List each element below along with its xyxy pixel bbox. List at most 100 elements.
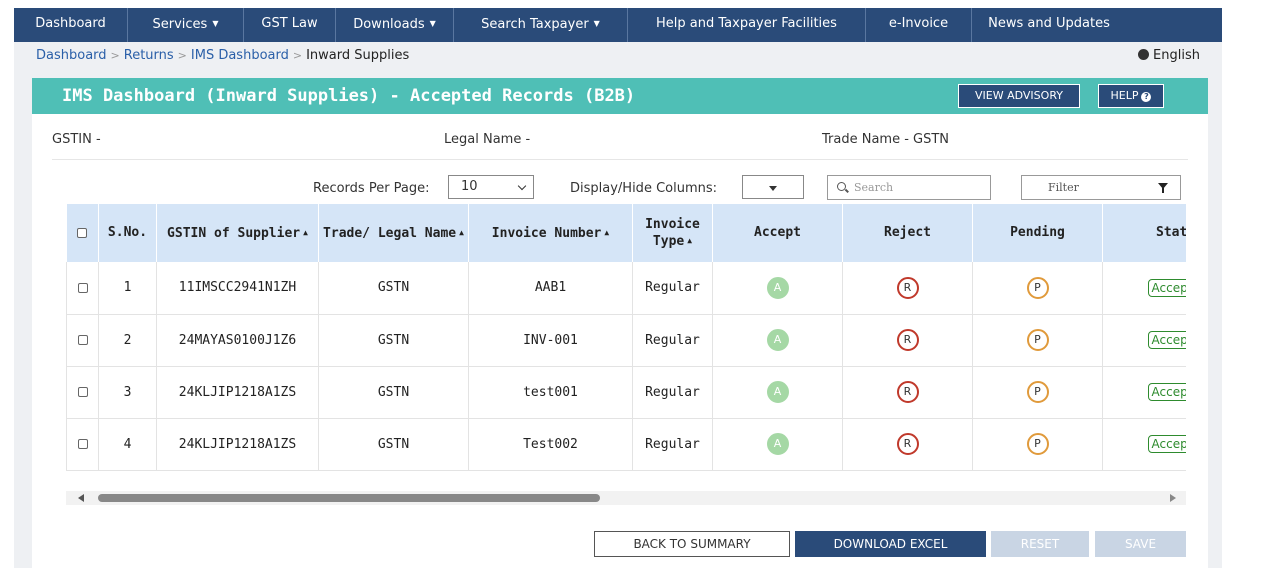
breadcrumb-ims-dashboard[interactable]: IMS Dashboard <box>191 48 289 63</box>
header-accept: Accept <box>712 204 843 262</box>
table-row: 4 24KLJIP1218A1ZS GSTN Test002 Regular A… <box>66 418 1186 470</box>
search-placeholder: Search <box>854 181 894 194</box>
select-all-checkbox[interactable] <box>77 227 88 238</box>
cell-reject: R <box>842 418 973 470</box>
cell-sno: 4 <box>98 418 157 470</box>
horizontal-scrollbar[interactable] <box>66 491 1186 505</box>
header-invoice-number[interactable]: Invoice Number ▲ <box>468 204 633 262</box>
language-selector[interactable]: English <box>1138 48 1200 63</box>
screen: Dashboard Services ▼ GST Law Downloads ▼ S… <box>0 0 1272 568</box>
cell-invoice-number: Test002 <box>468 418 633 470</box>
top-nav: Dashboard Services ▼ GST Law Downloads ▼ S… <box>14 8 1222 42</box>
cell-gstin: 24MAYAS0100J1Z6 <box>156 314 319 366</box>
header-trade-name[interactable]: Trade/ Legal Name ▲ <box>318 204 469 262</box>
pending-button[interactable]: P <box>1026 276 1049 299</box>
filter-select[interactable]: Filter <box>1021 175 1181 200</box>
table-header-row: S.No. GSTIN of Supplier ▲ Trade/ Legal Na… <box>66 204 1186 262</box>
back-to-summary-button[interactable]: BACK TO SUMMARY <box>594 531 790 557</box>
cell-invoice-type: Regular <box>632 314 713 366</box>
header-label: Reject <box>884 225 931 240</box>
nav-services[interactable]: Services ▼ <box>128 8 244 42</box>
reject-button[interactable]: R <box>896 329 919 351</box>
nav-label: Search Taxpayer <box>481 17 589 32</box>
pending-button[interactable]: P <box>1026 381 1049 403</box>
accept-button[interactable]: A <box>766 381 789 403</box>
breadcrumb-returns[interactable]: Returns <box>124 48 174 63</box>
filter-icon <box>1158 183 1168 193</box>
reset-label: RESET <box>1020 537 1060 551</box>
sort-icon: ▲ <box>459 227 464 237</box>
cell-pending: P <box>972 366 1103 418</box>
scroll-left-arrow-icon[interactable] <box>78 494 84 502</box>
nav-downloads[interactable]: Downloads ▼ <box>336 8 454 42</box>
download-excel-label: DOWNLOAD EXCEL <box>833 537 948 551</box>
help-button[interactable]: HELP? <box>1098 84 1164 108</box>
accept-button[interactable]: A <box>766 276 789 299</box>
search-input[interactable]: Search <box>827 175 991 200</box>
header-pending: Pending <box>972 204 1103 262</box>
cell-status: Accepted <box>1102 314 1186 366</box>
display-hide-columns-label: Display/Hide Columns: <box>570 181 718 196</box>
cell-trade-name: GSTN <box>318 366 469 418</box>
nav-news-updates[interactable]: News and Updates <box>972 8 1126 42</box>
nav-e-invoice[interactable]: e-Invoice <box>866 8 972 42</box>
breadcrumb-dashboard[interactable]: Dashboard <box>36 48 107 63</box>
cell-reject: R <box>842 314 973 366</box>
cell-reject: R <box>842 262 973 314</box>
globe-icon <box>1138 49 1150 60</box>
records-per-page-label: Records Per Page: <box>313 181 430 196</box>
row-checkbox[interactable] <box>77 387 88 397</box>
accept-button[interactable]: A <box>766 329 789 351</box>
accept-button[interactable]: A <box>766 433 789 455</box>
breadcrumb-separator: > <box>292 49 303 62</box>
cell-gstin: 24KLJIP1218A1ZS <box>156 418 319 470</box>
help-label: HELP <box>1110 89 1139 102</box>
row-checkbox[interactable] <box>77 282 88 293</box>
caret-down-icon: ▼ <box>212 19 219 28</box>
row-select-cell <box>66 314 99 366</box>
sort-icon: ▲ <box>303 227 308 237</box>
select-all-header <box>66 204 99 262</box>
header-label: Invoice Number <box>491 225 602 241</box>
records-per-page-select[interactable]: 10 <box>448 175 534 199</box>
cell-sno: 1 <box>98 262 157 314</box>
reject-button[interactable]: R <box>896 276 919 299</box>
row-checkbox[interactable] <box>77 439 88 449</box>
cell-reject: R <box>842 366 973 418</box>
records-table-container[interactable]: S.No. GSTIN of Supplier ▲ Trade/ Legal Na… <box>66 204 1186 471</box>
nav-label: Services <box>152 17 208 32</box>
reset-button[interactable]: RESET <box>991 531 1089 557</box>
breadcrumb-separator: > <box>110 49 120 62</box>
back-to-summary-label: BACK TO SUMMARY <box>633 537 751 551</box>
header-invoice-type[interactable]: Invoice Type ▲ <box>632 204 713 262</box>
records-panel: IMS Dashboard (Inward Supplies) - Accept… <box>32 78 1208 568</box>
nav-help-taxpayer[interactable]: Help and Taxpayer Facilities <box>628 8 866 42</box>
cell-gstin: 11IMSCC2941N1ZH <box>156 262 319 314</box>
nav-search-taxpayer[interactable]: Search Taxpayer ▼ <box>454 8 628 42</box>
nav-label: e-Invoice <box>888 16 949 31</box>
view-advisory-button[interactable]: VIEW ADVISORY <box>958 84 1080 108</box>
cell-invoice-type: Regular <box>632 366 713 418</box>
status-badge: Accepted <box>1147 435 1186 453</box>
view-advisory-label: VIEW ADVISORY <box>975 89 1063 102</box>
header-reject: Reject <box>842 204 973 262</box>
nav-label: News and Updates <box>988 16 1110 31</box>
display-hide-columns-select[interactable] <box>742 175 804 199</box>
reject-button[interactable]: R <box>896 381 919 403</box>
nav-gst-law[interactable]: GST Law <box>244 8 336 42</box>
caret-down-icon: ▼ <box>429 19 436 28</box>
cell-invoice-number: AAB1 <box>468 262 633 314</box>
row-checkbox[interactable] <box>77 335 88 345</box>
reject-button[interactable]: R <box>896 433 919 455</box>
scroll-right-arrow-icon[interactable] <box>1170 494 1176 502</box>
save-button[interactable]: SAVE <box>1095 531 1186 557</box>
scrollbar-thumb[interactable] <box>98 494 600 502</box>
nav-dashboard[interactable]: Dashboard <box>14 8 128 42</box>
cell-trade-name: GSTN <box>318 418 469 470</box>
pending-button[interactable]: P <box>1026 433 1049 455</box>
search-icon <box>837 182 846 191</box>
header-label: GSTIN of Supplier <box>167 225 301 241</box>
download-excel-button[interactable]: DOWNLOAD EXCEL <box>795 531 986 557</box>
header-gstin[interactable]: GSTIN of Supplier ▲ <box>156 204 319 262</box>
pending-button[interactable]: P <box>1026 329 1049 351</box>
